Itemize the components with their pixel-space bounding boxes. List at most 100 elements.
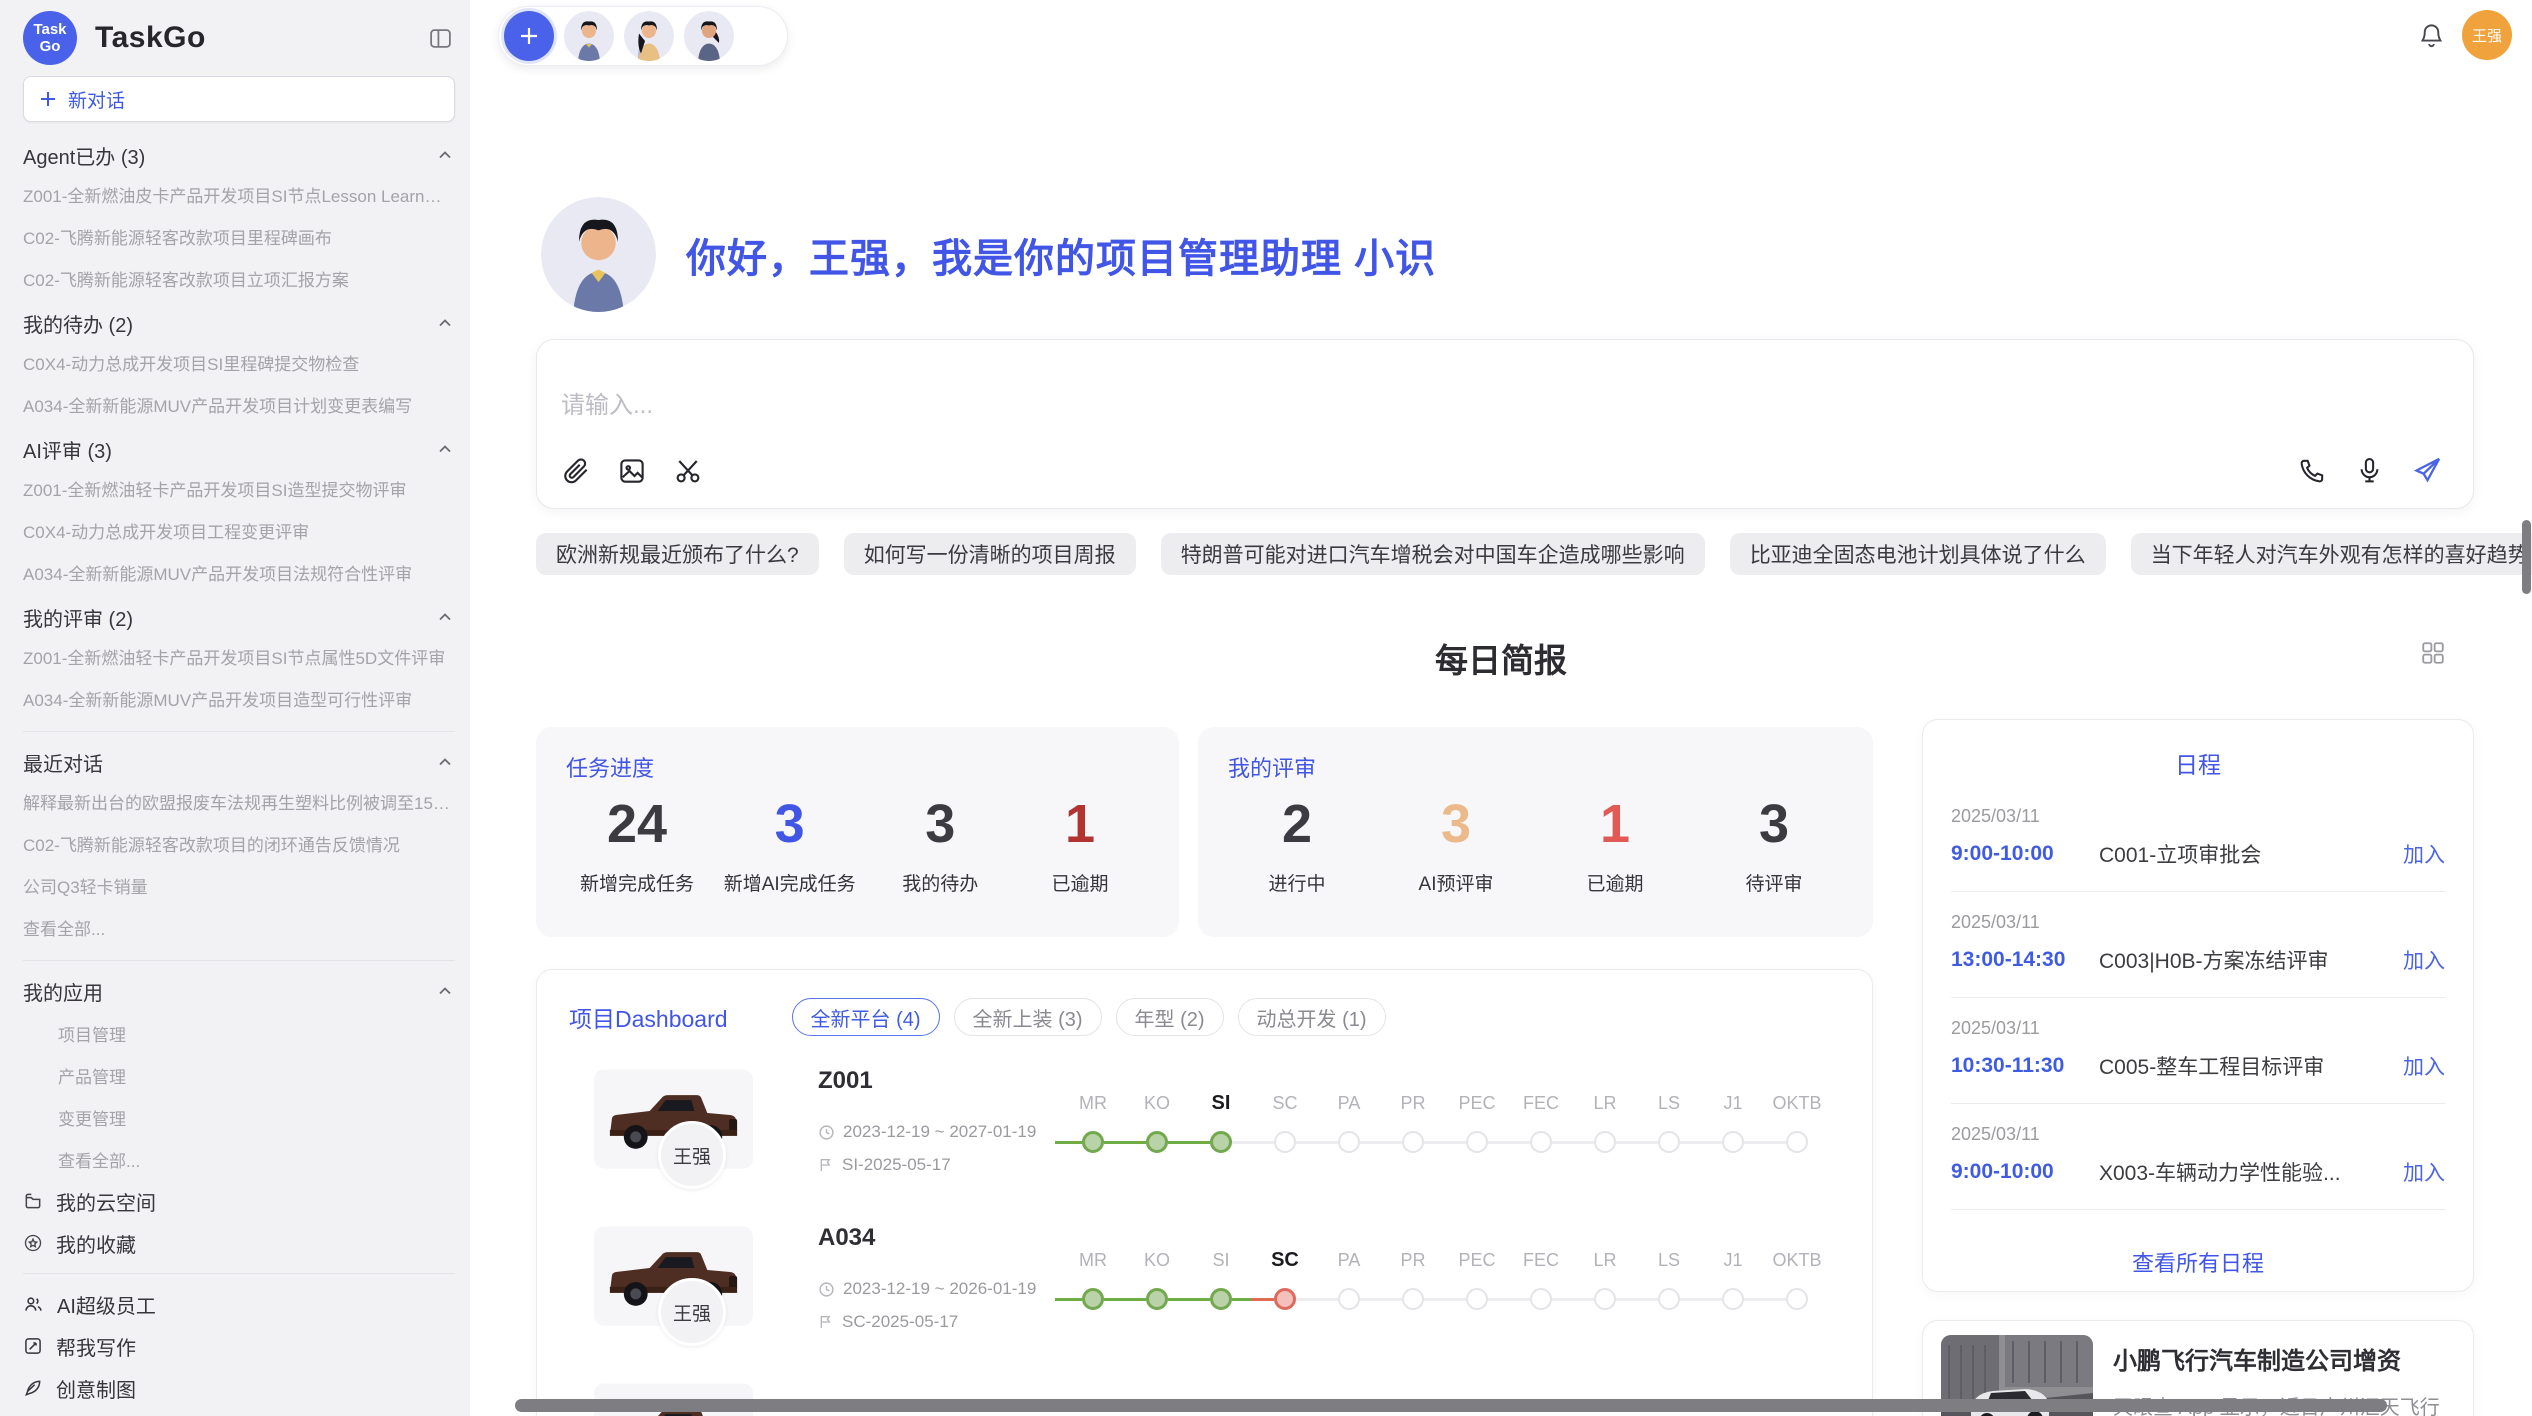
tab-pill[interactable]: 全新上装 (3)	[954, 998, 1102, 1036]
recent-item[interactable]: 公司Q3轻卡销量	[23, 867, 455, 909]
milestone-dot[interactable]	[1594, 1288, 1616, 1310]
sidebar-link-1[interactable]: 我的收藏	[23, 1222, 455, 1264]
milestone-dot[interactable]	[1530, 1288, 1552, 1310]
project-row: 王强A0342023-12-19 ~ 2026-01-19SC-2025-05-…	[537, 1226, 1872, 1383]
milestone-dot[interactable]	[1658, 1131, 1680, 1153]
chevron-up-icon[interactable]	[435, 607, 455, 627]
milestone-dot[interactable]	[1786, 1288, 1808, 1310]
join-link[interactable]: 加入	[2403, 1051, 2445, 1081]
suggestion-chip[interactable]: 特朗普可能对进口汽车增税会对中国车企造成哪些影响	[1161, 533, 1705, 575]
section-header-2[interactable]: AI评审 (3)	[23, 428, 455, 470]
scissors-icon[interactable]	[673, 456, 703, 486]
section-header-3[interactable]: 我的评审 (2)	[23, 596, 455, 638]
section-item[interactable]: A034-全新新能源MUV产品开发项目计划变更表编写	[23, 386, 455, 428]
tab-pill[interactable]: 年型 (2)	[1116, 998, 1224, 1036]
sidebar-tool-2[interactable]: 创意制图	[23, 1367, 455, 1409]
tab-pill[interactable]: 全新平台 (4)	[792, 998, 940, 1036]
chevron-up-icon[interactable]	[435, 145, 455, 165]
chevron-up-icon[interactable]	[435, 752, 455, 772]
my-apps-item[interactable]: 项目管理	[23, 1012, 455, 1054]
suggestion-chip[interactable]: 如何写一份清晰的项目周报	[844, 533, 1136, 575]
milestone-dot[interactable]	[1210, 1131, 1232, 1153]
join-link[interactable]: 加入	[2403, 1157, 2445, 1187]
add-agent-button[interactable]	[504, 11, 554, 61]
recent-item[interactable]: 查看全部...	[23, 909, 455, 951]
milestone-dot[interactable]	[1082, 1131, 1104, 1153]
vertical-scrollbar[interactable]	[2522, 520, 2531, 594]
schedule-item[interactable]: 2025/03/1113:00-14:30C003|H0B-方案冻结评审加入	[1951, 892, 2445, 998]
milestone-track: MRKOSISCPAPRPECFECLRLSJ1OKTB	[1061, 1235, 1829, 1310]
recent-item[interactable]: 解释最新出台的欧盟报废车法规再生塑料比例被调至15%...	[23, 783, 455, 825]
avatar[interactable]	[684, 11, 734, 61]
my-apps-item[interactable]: 产品管理	[23, 1054, 455, 1096]
milestone-dot[interactable]	[1274, 1131, 1296, 1153]
phone-icon[interactable]	[2298, 456, 2327, 485]
sidebar-tool-1[interactable]: 帮我写作	[23, 1325, 455, 1367]
schedule-item[interactable]: 2025/03/1110:30-11:30C005-整车工程目标评审加入	[1951, 998, 2445, 1104]
chevron-up-icon[interactable]	[435, 981, 455, 1001]
microphone-icon[interactable]	[2355, 456, 2384, 485]
schedule-item[interactable]: 2025/03/119:00-10:00X003-车辆动力学性能验...加入	[1951, 1104, 2445, 1210]
milestone-dot[interactable]	[1274, 1288, 1296, 1310]
section-item[interactable]: Z001-全新燃油轻卡产品开发项目SI造型提交物评审	[23, 470, 455, 512]
recent-header[interactable]: 最近对话	[23, 741, 455, 783]
suggestion-chip[interactable]: 当下年轻人对汽车外观有怎样的喜好趋势	[2131, 533, 2532, 575]
milestone-dot[interactable]	[1210, 1288, 1232, 1310]
milestone-dot[interactable]	[1466, 1131, 1488, 1153]
milestone-dot[interactable]	[1530, 1131, 1552, 1153]
suggestion-chip[interactable]: 比亚迪全固态电池计划具体说了什么	[1730, 533, 2106, 575]
sidebar-collapse-icon[interactable]	[428, 26, 453, 51]
section-header-1[interactable]: 我的待办 (2)	[23, 302, 455, 344]
avatar[interactable]	[564, 11, 614, 61]
view-all-schedule[interactable]: 查看所有日程	[1923, 1246, 2473, 1278]
milestone-connector	[1424, 1298, 1466, 1301]
milestone-dot[interactable]	[1466, 1288, 1488, 1310]
milestone-dot[interactable]	[1146, 1288, 1168, 1310]
milestone-dot[interactable]	[1722, 1288, 1744, 1310]
new-chat-button[interactable]: 新对话	[23, 76, 455, 122]
section-item[interactable]: C0X4-动力总成开发项目SI里程碑提交物检查	[23, 344, 455, 386]
chevron-up-icon[interactable]	[435, 439, 455, 459]
chat-input[interactable]	[561, 392, 1761, 420]
notification-bell-icon[interactable]	[2418, 22, 2445, 49]
horizontal-scrollbar[interactable]	[515, 1399, 2387, 1412]
avatar[interactable]	[624, 11, 674, 61]
my-apps-header[interactable]: 我的应用	[23, 970, 455, 1012]
send-icon[interactable]	[2412, 455, 2443, 486]
image-icon[interactable]	[617, 456, 647, 486]
milestone-dot[interactable]	[1786, 1131, 1808, 1153]
section-item[interactable]: C02-飞腾新能源轻客改款项目里程碑画布	[23, 218, 455, 260]
section-item[interactable]: C02-飞腾新能源轻客改款项目立项汇报方案	[23, 260, 455, 302]
my-apps-item[interactable]: 查看全部...	[23, 1138, 455, 1180]
daily-brief-title: 每日简报	[470, 634, 2532, 682]
milestone-dot[interactable]	[1402, 1288, 1424, 1310]
recent-item[interactable]: C02-飞腾新能源轻客改款项目的闭环通告反馈情况	[23, 825, 455, 867]
chevron-up-icon[interactable]	[435, 313, 455, 333]
section-item[interactable]: A034-全新新能源MUV产品开发项目法规符合性评审	[23, 554, 455, 596]
milestone-dot[interactable]	[1338, 1131, 1360, 1153]
section-header-0[interactable]: Agent已办 (3)	[23, 134, 455, 176]
join-link[interactable]: 加入	[2403, 839, 2445, 869]
sidebar-link-0[interactable]: 我的云空间	[23, 1180, 455, 1222]
milestone-dot[interactable]	[1338, 1288, 1360, 1310]
section-item[interactable]: A034-全新新能源MUV产品开发项目造型可行性评审	[23, 680, 455, 722]
milestone-dot[interactable]	[1722, 1131, 1744, 1153]
suggestion-chip[interactable]: 欧洲新规最近颁布了什么?	[536, 533, 819, 575]
section-item[interactable]: Z001-全新燃油皮卡产品开发项目SI节点Lesson Learn报告	[23, 176, 455, 218]
milestone-dot[interactable]	[1082, 1288, 1104, 1310]
section-item[interactable]: Z001-全新燃油轻卡产品开发项目SI节点属性5D文件评审	[23, 638, 455, 680]
section-item[interactable]: C0X4-动力总成开发项目工程变更评审	[23, 512, 455, 554]
milestone-dot[interactable]	[1594, 1131, 1616, 1153]
sidebar-tool-0[interactable]: AI超级员工	[23, 1283, 455, 1325]
tab-pill[interactable]: 动总开发 (1)	[1238, 998, 1386, 1036]
paperclip-icon[interactable]	[561, 456, 591, 486]
join-link[interactable]: 加入	[2403, 945, 2445, 975]
sidebar-tool-label: AI超级员工	[57, 1290, 156, 1319]
milestone-dot[interactable]	[1402, 1131, 1424, 1153]
schedule-item[interactable]: 2025/03/119:00-10:00C001-立项审批会加入	[1951, 786, 2445, 892]
milestone-dot[interactable]	[1658, 1288, 1680, 1310]
user-avatar[interactable]: 王强	[2462, 10, 2512, 60]
my-apps-item[interactable]: 变更管理	[23, 1096, 455, 1138]
layout-grid-icon[interactable]	[2420, 640, 2446, 666]
milestone-dot[interactable]	[1146, 1131, 1168, 1153]
